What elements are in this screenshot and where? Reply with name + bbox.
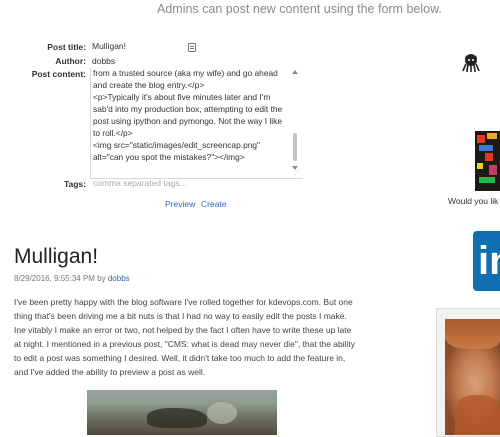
- content-line: <img src="static/images/edit_screencap.p…: [93, 140, 261, 150]
- post-content-label: Post content:: [31, 69, 86, 79]
- resize-grip-icon[interactable]: ⋰: [294, 169, 300, 176]
- author-label: Author:: [55, 56, 86, 66]
- content-line: sab'd into my production box, attempting…: [93, 104, 283, 114]
- github-octocat-icon[interactable]: [460, 52, 482, 74]
- avatar-hair: [445, 319, 500, 349]
- admin-notice: Admins can post new content using the fo…: [157, 2, 442, 16]
- field-menu-icon[interactable]: [188, 43, 196, 52]
- author-input[interactable]: dobbs: [92, 56, 115, 66]
- tags-input[interactable]: comma separated tags...: [90, 177, 303, 190]
- tags-label: Tags:: [63, 179, 86, 189]
- post-body: I've been pretty happy with the blog sof…: [14, 297, 356, 377]
- linkedin-icon[interactable]: in: [473, 231, 500, 291]
- post-content-textarea[interactable]: from a trusted source (aka my wife) and …: [90, 67, 303, 179]
- sidebar-caption: Would you lik: [448, 196, 499, 206]
- post-heading: Mulligan!: [14, 245, 99, 268]
- post-title-label: Post title:: [47, 42, 86, 52]
- preview-button[interactable]: Preview: [165, 199, 195, 209]
- post-date: 8/29/2016, 9:55:34 PM by: [14, 274, 106, 283]
- post-content-text: from a trusted source (aka my wife) and …: [93, 67, 291, 163]
- content-line: post using ipython and pymongo. Not the …: [93, 116, 283, 126]
- content-line: and create the blog entry.</p>: [93, 80, 205, 90]
- linkedin-glyph: in: [478, 239, 500, 283]
- post-meta: 8/29/2016, 9:55:34 PM by dobbs: [14, 274, 130, 283]
- content-line: alt="can you spot the mistakes?"></img>: [93, 152, 245, 162]
- post-author-link[interactable]: dobbs: [108, 274, 130, 283]
- pixel-art-image[interactable]: [475, 131, 500, 191]
- avatar-beard: [455, 395, 500, 435]
- post-image: [87, 390, 277, 435]
- scroll-thumb[interactable]: [293, 133, 297, 161]
- post-title-value: Mulligan!: [92, 41, 127, 51]
- textarea-scrollbar[interactable]: [292, 70, 300, 174]
- content-line: from a trusted source (aka my wife) and …: [93, 68, 278, 78]
- scroll-up-arrow-icon[interactable]: [292, 70, 298, 74]
- content-line: <p>Typically it's about five minutes lat…: [93, 92, 271, 102]
- post-title-input[interactable]: Mulligan!: [90, 41, 198, 53]
- create-button[interactable]: Create: [201, 199, 227, 209]
- content-line: to roll.</p>: [93, 128, 133, 138]
